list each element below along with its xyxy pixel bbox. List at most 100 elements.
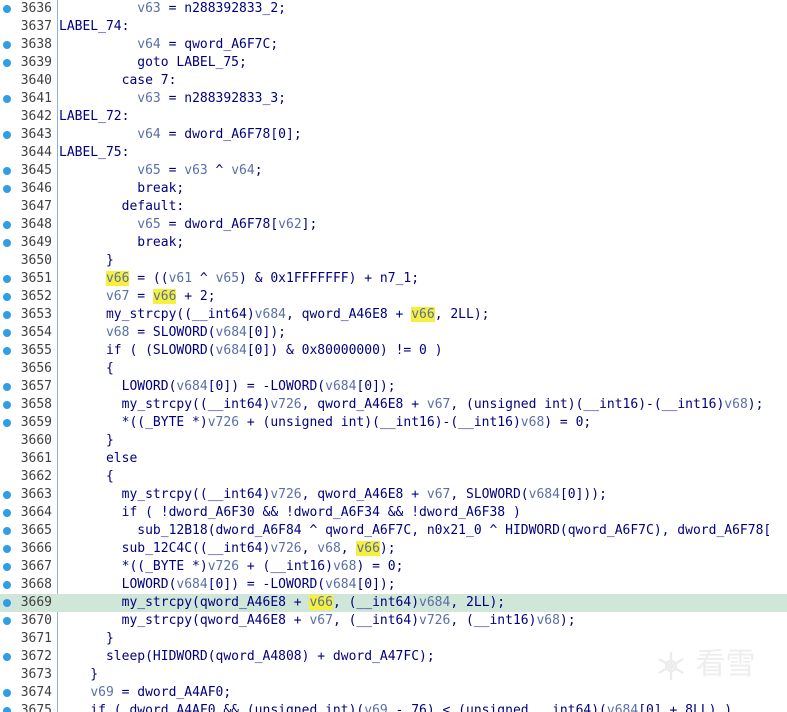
breakpoint-dot-icon[interactable] [3,401,11,409]
breakpoint-dot-icon[interactable] [3,581,11,589]
breakpoint-dot-icon[interactable] [3,167,11,175]
breakpoint-dot-icon[interactable] [3,221,11,229]
highlighted-variable[interactable]: v66 [309,595,333,610]
breakpoint-dot-icon[interactable] [3,329,11,337]
code-line[interactable]: 3643 v64 = dword_A6F78[0]; [0,126,787,144]
variable-token[interactable]: v68 [724,397,747,412]
code-line[interactable]: 3642 LABEL_72: [0,108,787,126]
breakpoint-dot-icon[interactable] [3,617,11,625]
highlighted-variable[interactable]: v66 [152,289,177,304]
breakpoint-dot-icon[interactable] [3,545,11,553]
breakpoint-dot-icon[interactable] [3,59,11,67]
variable-token[interactable]: v64 [137,37,160,52]
breakpoint-dot-icon[interactable] [3,689,11,697]
code-line[interactable]: 3675 if ( dword_A4AF0 && (unsigned int)(… [0,702,787,712]
code-line[interactable]: 3652 v67 = v66 + 2; [0,288,787,306]
breakpoint-dot-icon[interactable] [3,239,11,247]
code-line[interactable]: 3646 break; [0,180,787,198]
variable-token[interactable]: v65 [216,271,239,286]
variable-token[interactable]: v726 [419,613,450,628]
breakpoint-dot-icon[interactable] [3,347,11,355]
code-line[interactable]: 3645 v65 = v63 ^ v64; [0,162,787,180]
highlighted-variable[interactable]: v66 [411,307,435,322]
code-line[interactable]: 3649 break; [0,234,787,252]
code-line[interactable]: 3637 LABEL_74: [0,18,787,36]
breakpoint-dot-icon[interactable] [3,95,11,103]
breakpoint-dot-icon[interactable] [3,491,11,499]
code-line[interactable]: 3638 v64 = qword_A6F7C; [0,36,787,54]
variable-token[interactable]: v726 [270,541,301,556]
variable-token[interactable]: v684 [216,343,247,358]
variable-token[interactable]: v64 [231,163,254,178]
breakpoint-dot-icon[interactable] [3,293,11,301]
variable-token[interactable]: v726 [270,397,301,412]
breakpoint-dot-icon[interactable] [3,5,11,13]
breakpoint-dot-icon[interactable] [3,563,11,571]
variable-token[interactable]: v726 [208,415,239,430]
code-line[interactable]: 3662 { [0,468,787,486]
code-line[interactable]: 3648 v65 = dword_A6F78[v62]; [0,216,787,234]
code-line[interactable]: 3670 my_strcpy(qword_A46E8 + v67, (__int… [0,612,787,630]
breakpoint-dot-icon[interactable] [3,419,11,427]
highlighted-variable[interactable]: v66 [356,541,380,556]
breakpoint-dot-icon[interactable] [3,509,11,517]
code-line[interactable]: 3663 my_strcpy((__int64)v726, qword_A46E… [0,486,787,504]
code-line[interactable]: 3654 v68 = SLOWORD(v684[0]); [0,324,787,342]
variable-token[interactable]: v684 [529,487,560,502]
variable-token[interactable]: v684 [419,595,450,610]
code-line[interactable]: 3657 LOWORD(v684[0]) = -LOWORD(v684[0]); [0,378,787,396]
variable-token[interactable]: v69 [90,685,113,700]
variable-token[interactable]: v67 [106,289,129,304]
code-line[interactable]: 3647 default: [0,198,787,216]
variable-token[interactable]: v65 [137,163,160,178]
variable-token[interactable]: v64 [137,127,160,142]
variable-token[interactable]: v68 [317,541,340,556]
code-line[interactable]: 3640 case 7: [0,72,787,90]
breakpoint-dot-icon[interactable] [3,275,11,283]
variable-token[interactable]: v684 [176,379,207,394]
variable-token[interactable]: v684 [216,325,247,340]
code-line[interactable]: 3659 *((_BYTE *)v726 + (unsigned int)(__… [0,414,787,432]
pseudocode-view[interactable]: 3636 v63 = n288392833_2; 3637 LABEL_74: 363… [0,0,787,712]
variable-token[interactable]: v63 [137,1,160,16]
code-line[interactable]: 3664 if ( !dword_A6F30 && !dword_A6F34 &… [0,504,787,522]
code-line[interactable]: 3644 LABEL_75: [0,144,787,162]
code-line[interactable]: 3660 } [0,432,787,450]
breakpoint-dot-icon[interactable] [3,131,11,139]
code-line[interactable]: 3641 v63 = n288392833_3; [0,90,787,108]
variable-token[interactable]: v726 [208,559,239,574]
variable-token[interactable]: v67 [427,397,450,412]
breakpoint-dot-icon[interactable] [3,707,11,712]
code-line[interactable]: 3658 my_strcpy((__int64)v726, qword_A46E… [0,396,787,414]
breakpoint-dot-icon[interactable] [3,41,11,49]
code-line[interactable]: 3661 else [0,450,787,468]
variable-token[interactable]: v684 [607,703,638,712]
code-line[interactable]: 3636 v63 = n288392833_2; [0,0,787,18]
variable-token[interactable]: v65 [137,217,160,232]
variable-token[interactable]: v62 [278,217,301,232]
variable-token[interactable]: v69 [364,703,387,712]
breakpoint-dot-icon[interactable] [3,311,11,319]
variable-token[interactable]: v684 [325,379,356,394]
variable-token[interactable]: v684 [176,577,207,592]
code-line[interactable]: 3667 *((_BYTE *)v726 + (__int16)v68) = 0… [0,558,787,576]
variable-token[interactable]: v726 [270,487,301,502]
breakpoint-dot-icon[interactable] [3,383,11,391]
breakpoint-dot-icon[interactable] [3,527,11,535]
code-line[interactable]: 3650 } [0,252,787,270]
code-line[interactable]: 3666 sub_12C4C((__int64)v726, v68, v66); [0,540,787,558]
variable-token[interactable]: v68 [333,559,356,574]
variable-token[interactable]: v684 [255,307,286,322]
variable-token[interactable]: v68 [106,325,129,340]
code-line[interactable]: 3656 { [0,360,787,378]
code-line[interactable]: 3674 v69 = dword_A4AF0; [0,684,787,702]
code-line[interactable]: 3655 if ( (SLOWORD(v684[0]) & 0x80000000… [0,342,787,360]
code-line[interactable]: 3665 sub_12B18(dword_A6F84 ^ qword_A6F7C… [0,522,787,540]
variable-token[interactable]: v684 [325,577,356,592]
variable-token[interactable]: v61 [169,271,192,286]
code-line[interactable]: 3639 goto LABEL_75; [0,54,787,72]
highlighted-variable[interactable]: v66 [105,271,130,286]
variable-token[interactable]: v63 [184,163,207,178]
variable-token[interactable]: v67 [309,613,332,628]
variable-token[interactable]: v68 [536,613,559,628]
